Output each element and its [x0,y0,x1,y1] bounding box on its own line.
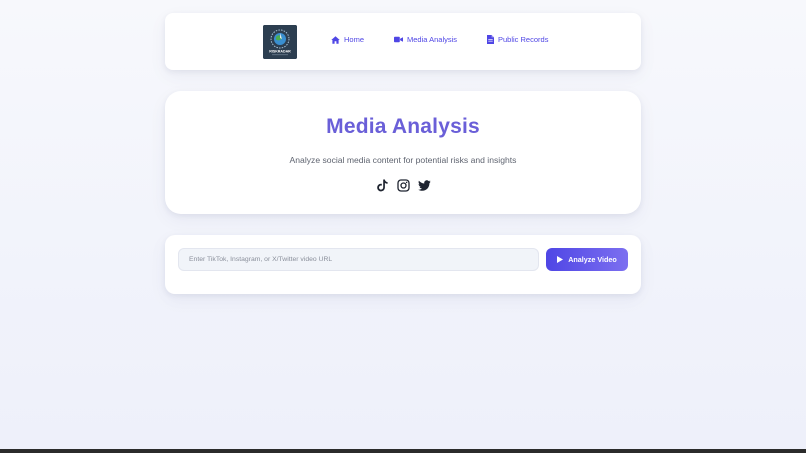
tiktok-icon [376,179,389,192]
nav-item-public-records[interactable]: Public Records [487,35,548,44]
nav-item-media-analysis-label: Media Analysis [407,35,458,44]
riskradar-logo[interactable]: RISKRADAR [263,25,297,59]
nav-item-media-analysis[interactable]: Media Analysis [394,35,457,44]
bottom-taskbar-strip [0,449,806,453]
instagram-icon [396,179,410,192]
radar-globe-logo-icon: RISKRADAR [263,25,297,59]
nav-item-home[interactable]: Home [331,35,364,44]
page-title: Media Analysis [326,115,480,138]
video-url-input[interactable] [178,248,539,271]
page-subtitle: Analyze social media content for potenti… [289,155,517,165]
video-url-form: Analyze Video [165,235,641,294]
play-icon [557,256,564,263]
nav-item-home-label: Home [344,35,365,44]
social-platform-icons [165,179,641,192]
top-navigation: RISKRADAR Home Media Analysis Public Rec… [165,13,641,70]
nav-item-public-records-label: Public Records [498,35,549,44]
document-icon [487,35,494,44]
logo-text: RISKRADAR [269,50,291,54]
analyze-video-button[interactable]: Analyze Video [546,248,628,271]
analyze-video-button-label: Analyze Video [568,255,617,264]
twitter-icon [417,179,431,192]
hero-section: Media Analysis Analyze social media cont… [165,91,641,214]
video-camera-icon [394,36,403,43]
home-icon [331,35,340,44]
